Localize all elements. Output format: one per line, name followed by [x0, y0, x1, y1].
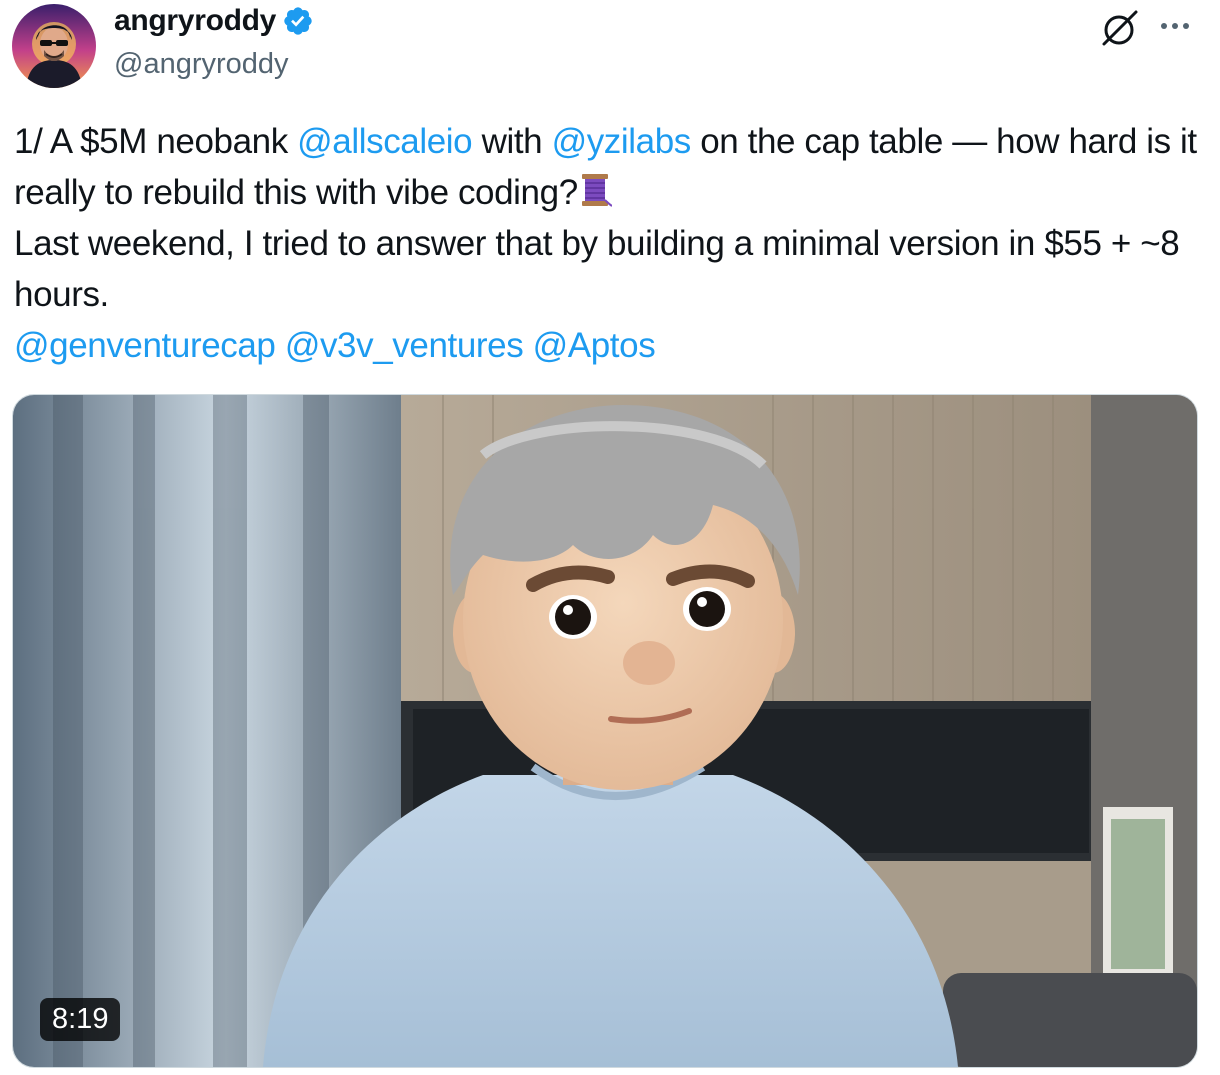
avatar-cyberpunk-icon — [12, 4, 96, 88]
video-duration-badge: 8:19 — [40, 998, 121, 1041]
author-display-name[interactable]: angryroddy — [114, 4, 276, 38]
spool-of-thread-emoji — [581, 174, 612, 207]
mention-link[interactable]: @allscaleio — [297, 122, 473, 161]
author-handle[interactable]: @angryroddy — [114, 48, 289, 81]
grok-icon — [1102, 10, 1138, 46]
mention-link[interactable]: @yzilabs — [552, 122, 692, 161]
author-display-name-row[interactable]: angryroddy — [114, 4, 314, 38]
mention-link[interactable]: @v3v_ventures — [285, 326, 524, 365]
verified-badge-icon[interactable] — [282, 5, 314, 37]
mention-link[interactable]: @genventurecap — [14, 326, 276, 365]
author-avatar[interactable] — [12, 4, 96, 88]
grok-button[interactable] — [1098, 6, 1142, 50]
tweet-text: 1/ A $5M neobank @allscaleio with @yzila… — [14, 116, 1204, 371]
tweet-text-segment: with — [472, 122, 552, 161]
more-horizontal-icon — [1161, 23, 1189, 29]
video-thumbnail — [13, 395, 1197, 1067]
more-options-button[interactable] — [1156, 10, 1196, 40]
tweet-paragraph-2: Last weekend, I tried to answer that by … — [14, 224, 1180, 314]
tweet-mentions: @genventurecap @v3v_ventures @Aptos — [14, 320, 1204, 371]
mention-link[interactable]: @Aptos — [533, 326, 656, 365]
tweet-text-segment: 1/ A $5M neobank — [14, 122, 298, 161]
tweet-paragraph-1: 1/ A $5M neobank @allscaleio with @yzila… — [14, 116, 1204, 218]
video-player[interactable] — [12, 394, 1198, 1068]
